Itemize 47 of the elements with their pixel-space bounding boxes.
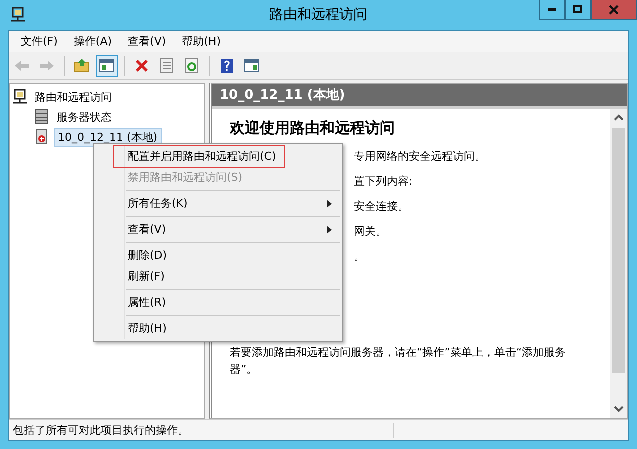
submenu-arrow-icon	[327, 200, 332, 208]
minimize-icon	[548, 8, 556, 11]
status-text: 包括了所有可对此项目执行的操作。	[9, 422, 394, 438]
close-button[interactable]	[591, 0, 637, 20]
window-pane-icon	[244, 58, 260, 74]
menu-item[interactable]: 文件(F)	[13, 34, 66, 49]
menu-option[interactable]: 删除(D)	[94, 245, 342, 266]
window-title: 路由和远程访问	[270, 6, 368, 24]
minimize-button[interactable]	[539, 0, 565, 20]
maximize-button[interactable]	[565, 0, 591, 20]
menu-option[interactable]: 属性(R)	[94, 292, 342, 313]
scrollbar[interactable]	[610, 109, 627, 418]
delete-icon	[134, 58, 150, 74]
menu-option[interactable]: 配置并启用路由和远程访问(C)	[114, 146, 284, 167]
instruction-text: 若要添加路由和远程访问服务器，请在“操作”菜单上，单击“添加服务器”。	[230, 345, 568, 378]
menu-option[interactable]: 帮助(H)	[94, 318, 342, 339]
maximize-icon	[573, 4, 583, 14]
document-icon	[159, 58, 175, 74]
description-text: 置下列内容:	[354, 175, 413, 188]
window-pane-icon	[99, 58, 115, 74]
tree-item[interactable]: 路由和远程访问	[32, 88, 115, 106]
server-stack-icon	[34, 109, 50, 125]
menu-option[interactable]: 刷新(F)	[94, 266, 342, 287]
refresh-icon	[184, 58, 200, 74]
menu-option[interactable]: 查看(V)	[94, 219, 342, 240]
pane-header: 10_0_12_11 (本地)	[212, 84, 627, 106]
menu-item[interactable]: 操作(A)	[66, 34, 120, 49]
server-icon	[34, 129, 50, 145]
menu-item[interactable]: 查看(V)	[120, 34, 174, 49]
app-icon	[10, 7, 26, 23]
tree-item[interactable]: 服务器状态	[54, 108, 115, 126]
description-text: 专用网络的安全远程访问。	[354, 150, 486, 163]
description-text: 。	[354, 250, 365, 263]
description-text: 网关。	[354, 225, 387, 238]
tree-item[interactable]: 10_0_12_11 (本地)	[54, 128, 162, 146]
submenu-arrow-icon	[327, 226, 332, 234]
scroll-down-icon[interactable]	[614, 406, 624, 413]
menu-item[interactable]: 帮助(H)	[174, 34, 229, 49]
description-text: 安全连接。	[354, 200, 409, 213]
computer-icon	[12, 89, 28, 105]
close-icon	[609, 4, 619, 14]
scroll-up-icon[interactable]	[614, 114, 624, 121]
welcome-heading: 欢迎使用路由和远程访问	[230, 119, 396, 138]
help-icon	[219, 58, 235, 74]
menu-option[interactable]: 所有任务(K)	[94, 193, 342, 214]
folder-up-icon	[74, 58, 90, 74]
toolbar-button[interactable]	[96, 54, 118, 76]
